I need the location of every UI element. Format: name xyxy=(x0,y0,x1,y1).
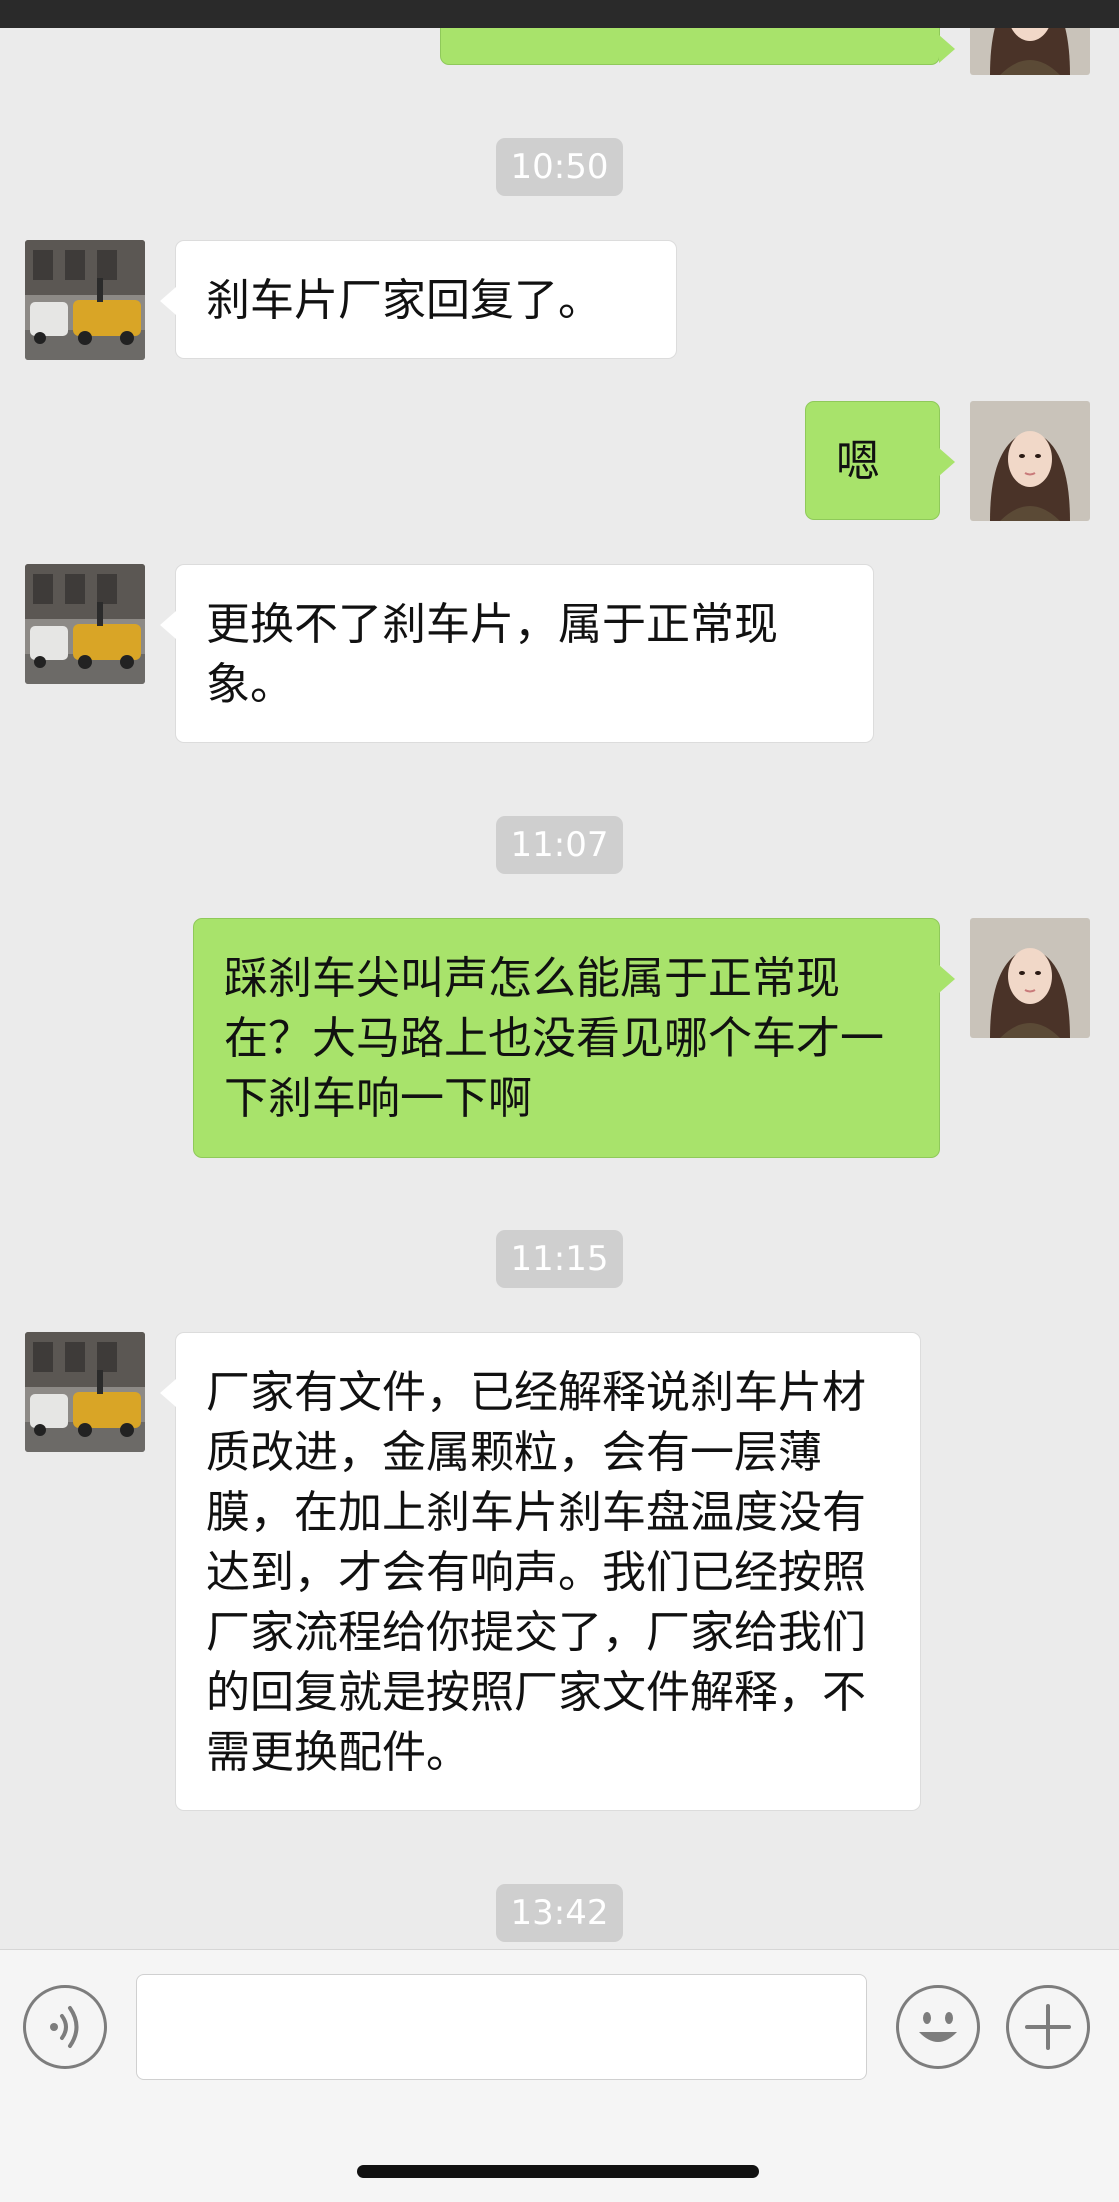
voice-button[interactable] xyxy=(23,1985,107,2069)
plus-button[interactable] xyxy=(1006,1985,1090,2069)
timestamp: 10:50 xyxy=(495,138,624,196)
message-bubble-incoming[interactable]: 更换不了刹车片，属于正常现象。 xyxy=(160,564,874,743)
user-avatar[interactable] xyxy=(970,28,1090,75)
timestamp: 13:42 xyxy=(495,1884,624,1942)
message-bubble-incoming[interactable]: 厂家有文件，已经解释说刹车片材质改进，金属颗粒，会有一层薄膜，在加上刹车片刹车盘… xyxy=(160,1332,921,1811)
message-bubble-incoming[interactable]: 刹车片厂家回复了。 xyxy=(160,240,677,359)
contact-avatar[interactable] xyxy=(25,240,145,360)
message-bubble-outgoing[interactable]: 嗯 xyxy=(805,401,955,520)
timestamp: 11:07 xyxy=(495,816,624,874)
user-avatar[interactable] xyxy=(970,401,1090,521)
contact-avatar[interactable] xyxy=(25,564,145,684)
voice-icon xyxy=(50,2006,79,2048)
message-bubble-outgoing[interactable]: 踩刹车尖叫声怎么能属于正常现在？大马路上也没看见哪个车才一下刹车响一下啊 xyxy=(193,918,955,1158)
user-avatar[interactable] xyxy=(970,918,1090,1038)
timestamp: 11:15 xyxy=(495,1230,624,1288)
status-bar xyxy=(0,0,1119,28)
message-input[interactable] xyxy=(136,1974,867,2080)
contact-avatar[interactable] xyxy=(25,1332,145,1452)
emoji-button[interactable] xyxy=(896,1985,980,2069)
message-bubble-outgoing-partial[interactable] xyxy=(440,28,955,65)
home-indicator[interactable] xyxy=(357,2165,759,2178)
plus-icon xyxy=(1025,2004,1071,2050)
emoji-icon xyxy=(919,2012,957,2042)
chat-area[interactable]: 10:50 刹车片厂家回复了。 嗯 更换不了刹车片，属于正常现象。 11:07 … xyxy=(0,28,1119,1949)
